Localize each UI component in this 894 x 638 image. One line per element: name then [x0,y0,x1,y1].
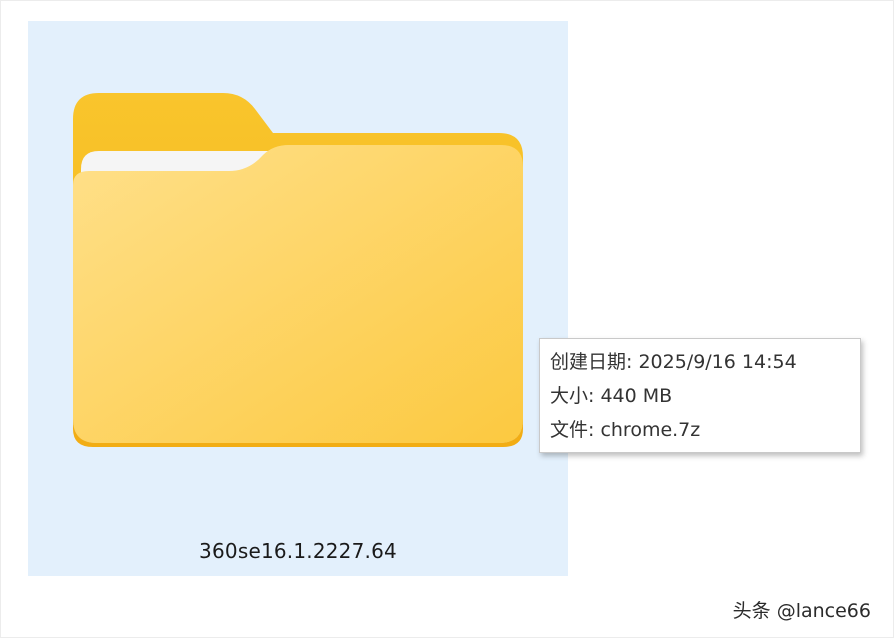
folder-icon[interactable] [73,89,523,447]
desktop-area: 360se16.1.2227.64 创建日期: 2025/9/16 14:54 … [0,0,894,638]
tooltip-files: 文件: chrome.7z [550,419,701,441]
folder-info-tooltip: 创建日期: 2025/9/16 14:54 大小: 440 MB 文件: chr… [539,338,861,453]
folder-item-selected[interactable]: 360se16.1.2227.64 [28,21,568,576]
folder-name-label[interactable]: 360se16.1.2227.64 [28,539,568,563]
watermark-text: 头条 @lance66 [732,600,871,622]
tooltip-size: 大小: 440 MB [550,385,673,407]
tooltip-created-date: 创建日期: 2025/9/16 14:54 [550,351,797,373]
